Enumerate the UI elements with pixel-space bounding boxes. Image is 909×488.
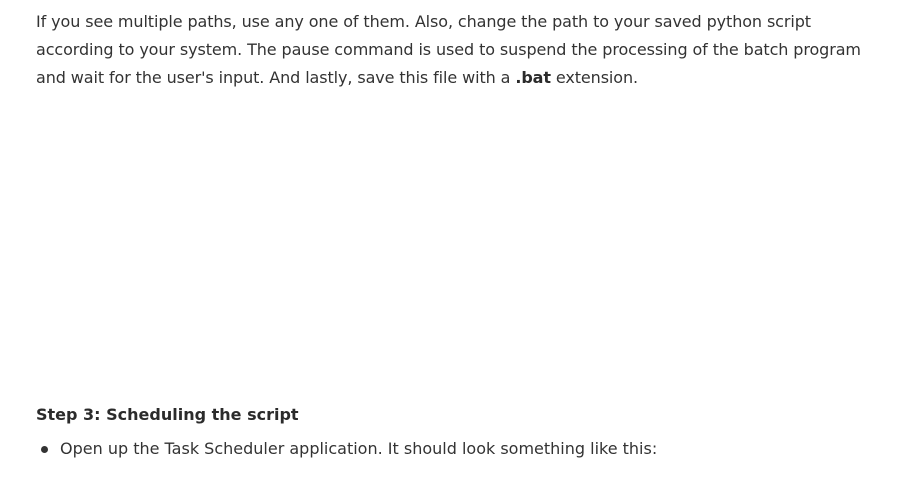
list-item: Open up the Task Scheduler application. … [36,437,866,461]
bullet-icon [41,446,48,453]
article-content: If you see multiple paths, use any one o… [36,8,866,461]
bat-extension-text: .bat [515,68,551,87]
intro-text: If you see multiple paths, use any one o… [36,12,861,87]
step-3-heading: Step 3: Scheduling the script [36,405,299,424]
intro-paragraph: If you see multiple paths, use any one o… [36,8,866,92]
image-placeholder [36,92,866,403]
step-3-list: Open up the Task Scheduler application. … [36,437,866,461]
list-item-text: Open up the Task Scheduler application. … [60,439,658,458]
intro-text-end: extension. [550,68,638,87]
